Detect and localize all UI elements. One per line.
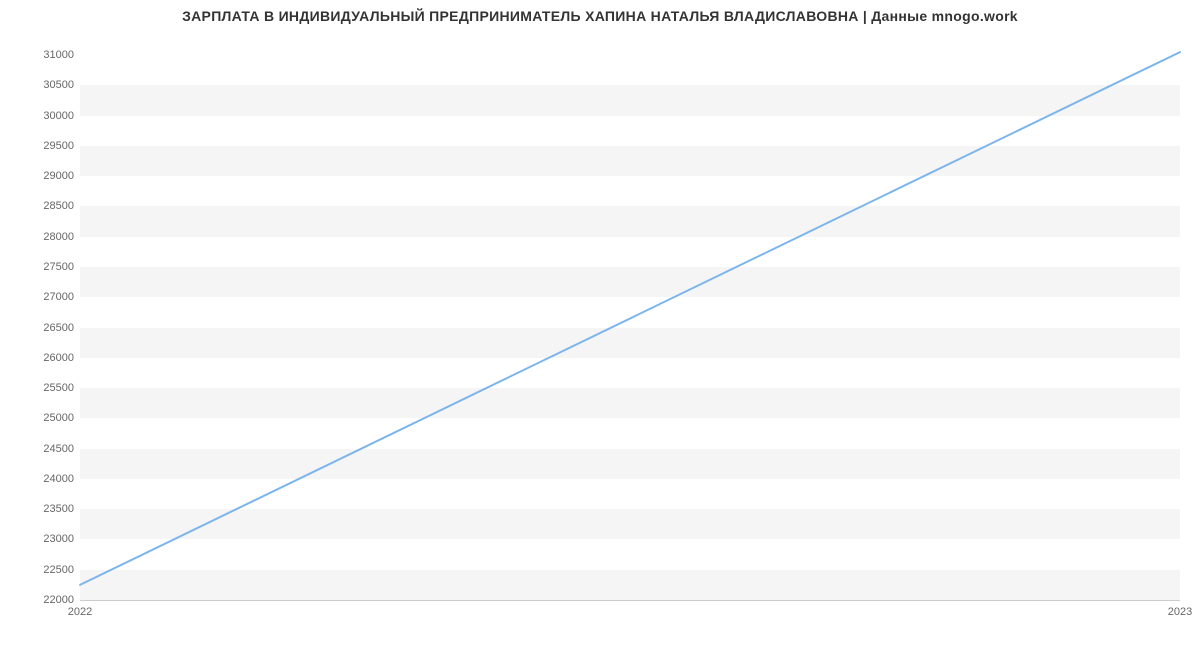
y-tick-label: 24000 — [14, 473, 74, 485]
y-tick-label: 31000 — [14, 49, 74, 61]
y-tick-label: 30000 — [14, 110, 74, 122]
y-tick-label: 27000 — [14, 291, 74, 303]
y-tick-label: 25500 — [14, 382, 74, 394]
y-tick-label: 23000 — [14, 533, 74, 545]
series-line — [80, 52, 1180, 585]
y-tick-label: 27500 — [14, 261, 74, 273]
y-tick-label: 29000 — [14, 170, 74, 182]
y-tick-label: 22000 — [14, 594, 74, 606]
chart-container: ЗАРПЛАТА В ИНДИВИДУАЛЬНЫЙ ПРЕДПРИНИМАТЕЛ… — [0, 0, 1200, 650]
x-tick-label: 2022 — [68, 606, 92, 618]
y-tick-label: 30500 — [14, 79, 74, 91]
chart-title: ЗАРПЛАТА В ИНДИВИДУАЛЬНЫЙ ПРЕДПРИНИМАТЕЛ… — [0, 8, 1200, 24]
y-tick-label: 29500 — [14, 140, 74, 152]
y-tick-label: 25000 — [14, 412, 74, 424]
y-tick-label: 26500 — [14, 322, 74, 334]
y-tick-label: 28000 — [14, 231, 74, 243]
y-tick-label: 28500 — [14, 200, 74, 212]
y-tick-label: 22500 — [14, 564, 74, 576]
plot-area — [80, 40, 1180, 601]
y-tick-label: 23500 — [14, 503, 74, 515]
y-tick-label: 24500 — [14, 443, 74, 455]
x-tick-label: 2023 — [1168, 606, 1192, 618]
plot-svg — [80, 40, 1180, 600]
y-tick-label: 26000 — [14, 352, 74, 364]
